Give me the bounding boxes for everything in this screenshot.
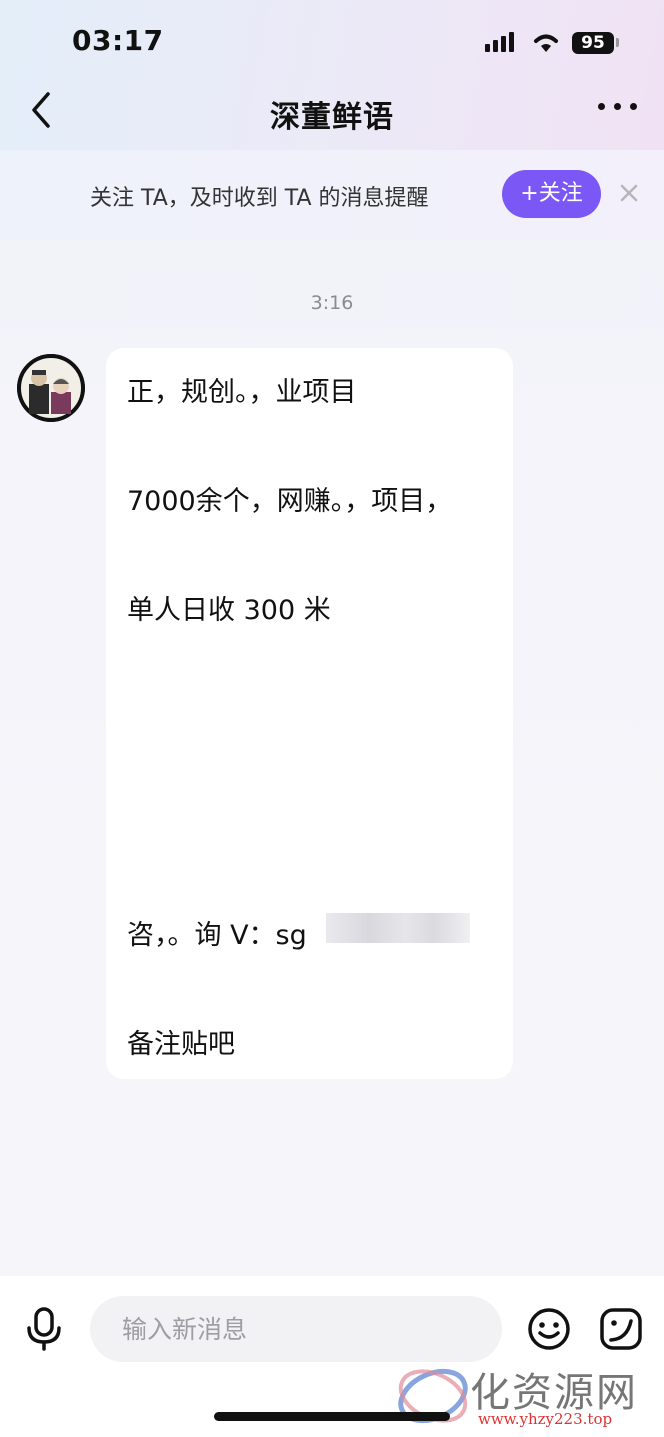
emoji-icon[interactable] bbox=[527, 1307, 571, 1351]
avatar-illustration bbox=[17, 354, 85, 422]
status-time: 03:17 bbox=[72, 24, 164, 57]
cellular-signal-icon bbox=[485, 30, 520, 52]
message-timestamp: 3:16 bbox=[310, 292, 354, 314]
message-line: 咨，。询 V：sg bbox=[127, 920, 307, 951]
follow-banner-text: 关注 TA，及时收到 TA 的消息提醒 bbox=[90, 186, 429, 211]
battery-indicator: 95 bbox=[572, 32, 614, 54]
message-line: 正，规创。，业项目 bbox=[127, 377, 357, 408]
battery-nub bbox=[616, 38, 619, 47]
follow-button[interactable]: +关注 bbox=[502, 170, 601, 218]
message-input[interactable] bbox=[90, 1296, 502, 1362]
message-line: 备注贴吧 bbox=[127, 1029, 235, 1060]
sticker-icon[interactable] bbox=[599, 1307, 643, 1351]
wifi-icon bbox=[534, 34, 558, 52]
message-line: 7000余个，网赚。，项目， bbox=[127, 486, 453, 517]
redacted-contact-blur bbox=[326, 913, 470, 943]
microphone-icon[interactable] bbox=[24, 1306, 64, 1352]
home-indicator bbox=[214, 1412, 450, 1421]
close-icon[interactable] bbox=[618, 182, 640, 204]
avatar[interactable] bbox=[17, 354, 85, 422]
watermark-url: www.yhzy223.top bbox=[478, 1410, 613, 1428]
more-options-icon[interactable] bbox=[598, 103, 637, 110]
message-bubble bbox=[106, 348, 513, 1079]
page-title: 深董鲜语 bbox=[270, 100, 394, 135]
message-line: 单人日收 300 米 bbox=[127, 595, 331, 626]
